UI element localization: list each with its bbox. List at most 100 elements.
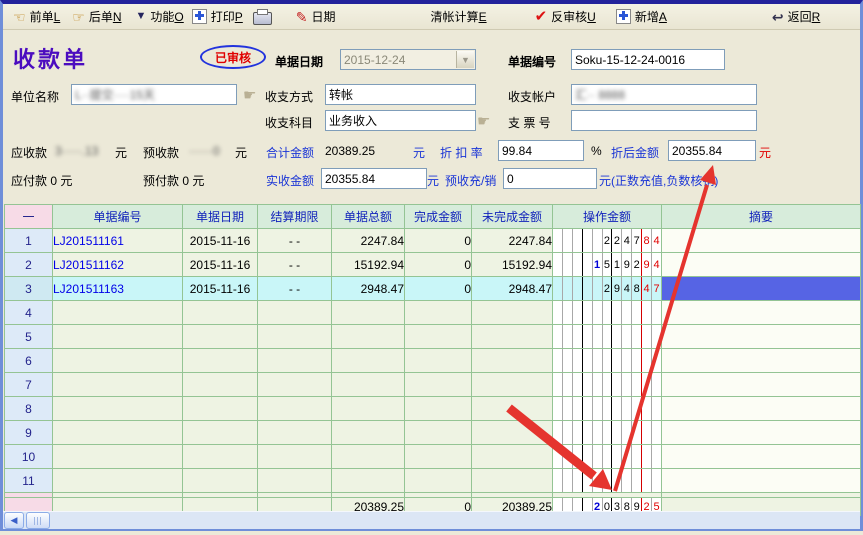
cell-done-amount[interactable]: 0 bbox=[405, 229, 472, 253]
cell-doc-no[interactable] bbox=[53, 349, 183, 373]
cell-operation-amount[interactable]: 1519294 bbox=[553, 253, 662, 277]
cell-doc-total[interactable] bbox=[332, 469, 405, 493]
received-amount-input[interactable]: 20355.84 bbox=[321, 168, 427, 189]
toolbar-new-button[interactable]: 新增A bbox=[616, 8, 667, 25]
discounted-amount-input[interactable]: 20355.84 bbox=[668, 140, 756, 161]
cell-doc-no[interactable] bbox=[53, 325, 183, 349]
grid-header-op-amount[interactable]: 操作金额 bbox=[553, 205, 662, 229]
cell-doc-date[interactable]: 2015-11-16 bbox=[183, 229, 258, 253]
cell-done-amount[interactable] bbox=[405, 421, 472, 445]
cell-undone-amount[interactable] bbox=[472, 397, 553, 421]
cell-settle-term[interactable] bbox=[258, 445, 332, 469]
cell-doc-total[interactable] bbox=[332, 421, 405, 445]
cell-operation-amount[interactable] bbox=[553, 445, 662, 469]
cell-undone-amount[interactable] bbox=[472, 421, 553, 445]
grid-header-done[interactable]: 完成金额 bbox=[405, 205, 472, 229]
cell-doc-no[interactable]: LJ201511162 bbox=[53, 253, 183, 277]
cell-memo[interactable] bbox=[662, 373, 861, 397]
cell-operation-amount[interactable]: 224784 bbox=[553, 229, 662, 253]
grid-header-memo[interactable]: 摘要 bbox=[662, 205, 861, 229]
cell-doc-date[interactable] bbox=[183, 373, 258, 397]
toolbar-date-button[interactable]: ✎ 日期 bbox=[296, 8, 336, 25]
cell-doc-total[interactable] bbox=[332, 445, 405, 469]
cell-doc-total[interactable]: 15192.94 bbox=[332, 253, 405, 277]
doc-no-input[interactable]: Soku-15-12-24-0016 bbox=[571, 49, 725, 70]
cell-memo[interactable] bbox=[662, 325, 861, 349]
cell-doc-date[interactable] bbox=[183, 421, 258, 445]
cell-undone-amount[interactable] bbox=[472, 373, 553, 397]
cell-doc-total[interactable]: 2948.47 bbox=[332, 277, 405, 301]
grid-header-undone[interactable]: 未完成金额 bbox=[472, 205, 553, 229]
cell-done-amount[interactable] bbox=[405, 349, 472, 373]
cell-doc-date[interactable] bbox=[183, 397, 258, 421]
pay-method-input[interactable]: 转帐 bbox=[325, 84, 476, 105]
cell-doc-date[interactable]: 2015-11-16 bbox=[183, 277, 258, 301]
cell-doc-total[interactable] bbox=[332, 325, 405, 349]
cell-settle-term[interactable] bbox=[258, 301, 332, 325]
cell-memo[interactable] bbox=[662, 469, 861, 493]
cell-done-amount[interactable] bbox=[405, 301, 472, 325]
cell-undone-amount[interactable] bbox=[472, 469, 553, 493]
cell-settle-term[interactable]: - - bbox=[258, 277, 332, 301]
cell-done-amount[interactable]: 0 bbox=[405, 253, 472, 277]
toolbar-print-button[interactable]: 打印P bbox=[192, 8, 243, 25]
cell-doc-total[interactable] bbox=[332, 397, 405, 421]
cell-operation-amount[interactable] bbox=[553, 421, 662, 445]
grid-header-total[interactable]: 单据总额 bbox=[332, 205, 405, 229]
cell-doc-no[interactable]: LJ201511161 bbox=[53, 229, 183, 253]
grid-header-doc-no[interactable]: 单据编号 bbox=[53, 205, 183, 229]
cell-undone-amount[interactable] bbox=[472, 301, 553, 325]
toolbar-function-button[interactable]: ▼ 功能O bbox=[136, 8, 184, 25]
cell-settle-term[interactable]: - - bbox=[258, 229, 332, 253]
grid-header-date[interactable]: 单据日期 bbox=[183, 205, 258, 229]
cell-settle-term[interactable] bbox=[258, 469, 332, 493]
doc-date-combobox[interactable]: 2015-12-24 ▼ bbox=[340, 49, 476, 70]
cell-settle-term[interactable] bbox=[258, 373, 332, 397]
cell-operation-amount[interactable] bbox=[553, 301, 662, 325]
cell-done-amount[interactable] bbox=[405, 397, 472, 421]
cell-done-amount[interactable] bbox=[405, 325, 472, 349]
cell-doc-no[interactable] bbox=[53, 421, 183, 445]
cell-memo[interactable] bbox=[662, 253, 861, 277]
cell-memo[interactable] bbox=[662, 397, 861, 421]
cell-doc-date[interactable] bbox=[183, 349, 258, 373]
cell-doc-no[interactable] bbox=[53, 301, 183, 325]
grid-header-term[interactable]: 结算期限 bbox=[258, 205, 332, 229]
cell-doc-no[interactable]: LJ201511163 bbox=[53, 277, 183, 301]
pay-subject-input[interactable]: 业务收入 bbox=[325, 110, 476, 131]
cell-memo[interactable] bbox=[662, 445, 861, 469]
horizontal-scrollbar[interactable]: ◀ bbox=[3, 511, 860, 529]
scroll-left-button[interactable]: ◀ bbox=[4, 512, 24, 529]
cell-memo[interactable] bbox=[662, 421, 861, 445]
cell-doc-no[interactable] bbox=[53, 397, 183, 421]
cell-doc-total[interactable] bbox=[332, 349, 405, 373]
cell-doc-date[interactable] bbox=[183, 301, 258, 325]
scrollbar-thumb[interactable] bbox=[26, 512, 50, 529]
toolbar-unaudit-button[interactable]: ✔ 反审核U bbox=[535, 8, 596, 25]
toolbar-clear-calc-button[interactable]: 清帐计算E bbox=[431, 8, 487, 25]
cell-doc-no[interactable] bbox=[53, 373, 183, 397]
cell-undone-amount[interactable] bbox=[472, 445, 553, 469]
discount-rate-input[interactable]: 99.84 bbox=[498, 140, 584, 161]
toolbar-prev-button[interactable]: ☜ 前单L bbox=[13, 8, 60, 25]
cell-memo[interactable] bbox=[662, 349, 861, 373]
cell-operation-amount[interactable] bbox=[553, 325, 662, 349]
cell-doc-date[interactable]: 2015-11-16 bbox=[183, 253, 258, 277]
cell-doc-date[interactable] bbox=[183, 469, 258, 493]
cell-operation-amount[interactable] bbox=[553, 397, 662, 421]
cell-memo[interactable] bbox=[662, 277, 861, 301]
recharge-input[interactable]: 0 bbox=[503, 168, 597, 189]
unit-name-input[interactable]: L··提交····15天 bbox=[71, 84, 237, 105]
cell-done-amount[interactable]: 0 bbox=[405, 277, 472, 301]
cell-operation-amount[interactable] bbox=[553, 373, 662, 397]
cell-operation-amount[interactable] bbox=[553, 349, 662, 373]
cell-doc-date[interactable] bbox=[183, 325, 258, 349]
cell-doc-no[interactable] bbox=[53, 445, 183, 469]
toolbar-next-button[interactable]: ☞ 后单N bbox=[72, 8, 121, 25]
cell-settle-term[interactable]: - - bbox=[258, 253, 332, 277]
cell-undone-amount[interactable]: 15192.94 bbox=[472, 253, 553, 277]
cheque-no-input[interactable] bbox=[571, 110, 757, 131]
chevron-down-icon[interactable]: ▼ bbox=[456, 51, 474, 68]
cell-doc-total[interactable] bbox=[332, 301, 405, 325]
cell-done-amount[interactable] bbox=[405, 373, 472, 397]
